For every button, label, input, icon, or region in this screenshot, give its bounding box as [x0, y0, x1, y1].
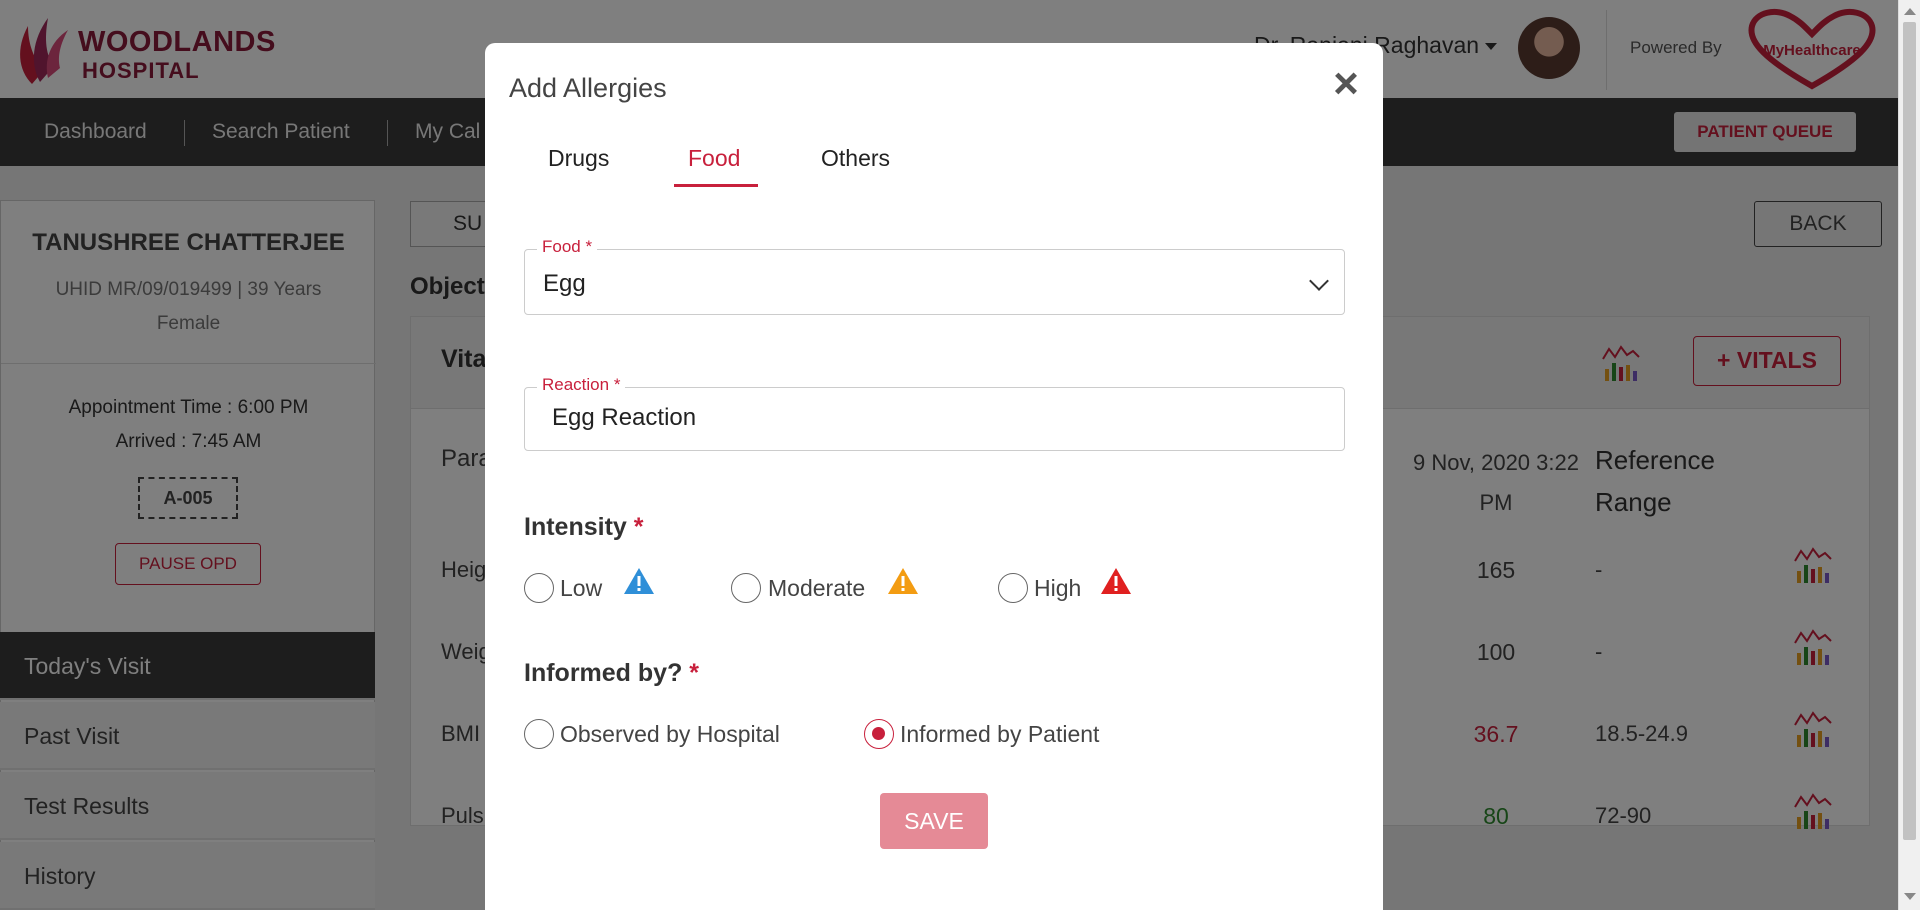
intensity-high-label[interactable]: High	[1034, 575, 1081, 602]
intensity-high-radio[interactable]	[998, 573, 1028, 603]
close-icon[interactable]: ×	[1323, 61, 1369, 107]
informed-by-title: Informed by? *	[524, 659, 699, 688]
food-select[interactable]: Food * Egg	[524, 237, 1345, 315]
dialog-title: Add Allergies	[509, 73, 667, 103]
active-tab-indicator	[674, 184, 758, 187]
reaction-input[interactable]: Egg Reaction	[552, 404, 696, 432]
save-button[interactable]: SAVE	[880, 793, 988, 849]
add-allergies-dialog: Add Allergies × Drugs Food Others Food *…	[485, 43, 1383, 910]
scroll-down-icon[interactable]	[1904, 893, 1916, 900]
intensity-moderate-label[interactable]: Moderate	[768, 575, 865, 602]
intensity-label: Intensity	[524, 513, 627, 541]
intensity-low-radio[interactable]	[524, 573, 554, 603]
observed-by-hospital-label[interactable]: Observed by Hospital	[560, 721, 780, 748]
tab-drugs[interactable]: Drugs	[548, 145, 609, 172]
intensity-title: Intensity *	[524, 513, 643, 542]
warning-orange-icon	[888, 568, 918, 594]
food-field-label: Food *	[537, 237, 598, 257]
informed-by-patient-radio[interactable]	[864, 719, 894, 749]
scrollbar-thumb[interactable]	[1903, 22, 1916, 840]
reaction-field[interactable]: Reaction * Egg Reaction	[524, 375, 1345, 451]
chevron-down-icon	[1309, 271, 1329, 291]
reaction-field-label: Reaction *	[537, 375, 626, 395]
warning-blue-icon	[624, 568, 654, 594]
page-scrollbar[interactable]	[1898, 0, 1920, 910]
required-mark: *	[633, 513, 644, 541]
warning-red-icon	[1101, 568, 1131, 594]
tab-others[interactable]: Others	[821, 145, 890, 172]
observed-by-hospital-radio[interactable]	[524, 719, 554, 749]
tab-food[interactable]: Food	[688, 145, 740, 172]
informed-by-label: Informed by?	[524, 659, 683, 687]
scroll-up-icon[interactable]	[1904, 8, 1916, 15]
food-selected-value: Egg	[543, 270, 586, 297]
intensity-low-label[interactable]: Low	[560, 575, 602, 602]
intensity-moderate-radio[interactable]	[731, 573, 761, 603]
required-mark: *	[689, 659, 700, 687]
informed-by-patient-label[interactable]: Informed by Patient	[900, 721, 1099, 748]
